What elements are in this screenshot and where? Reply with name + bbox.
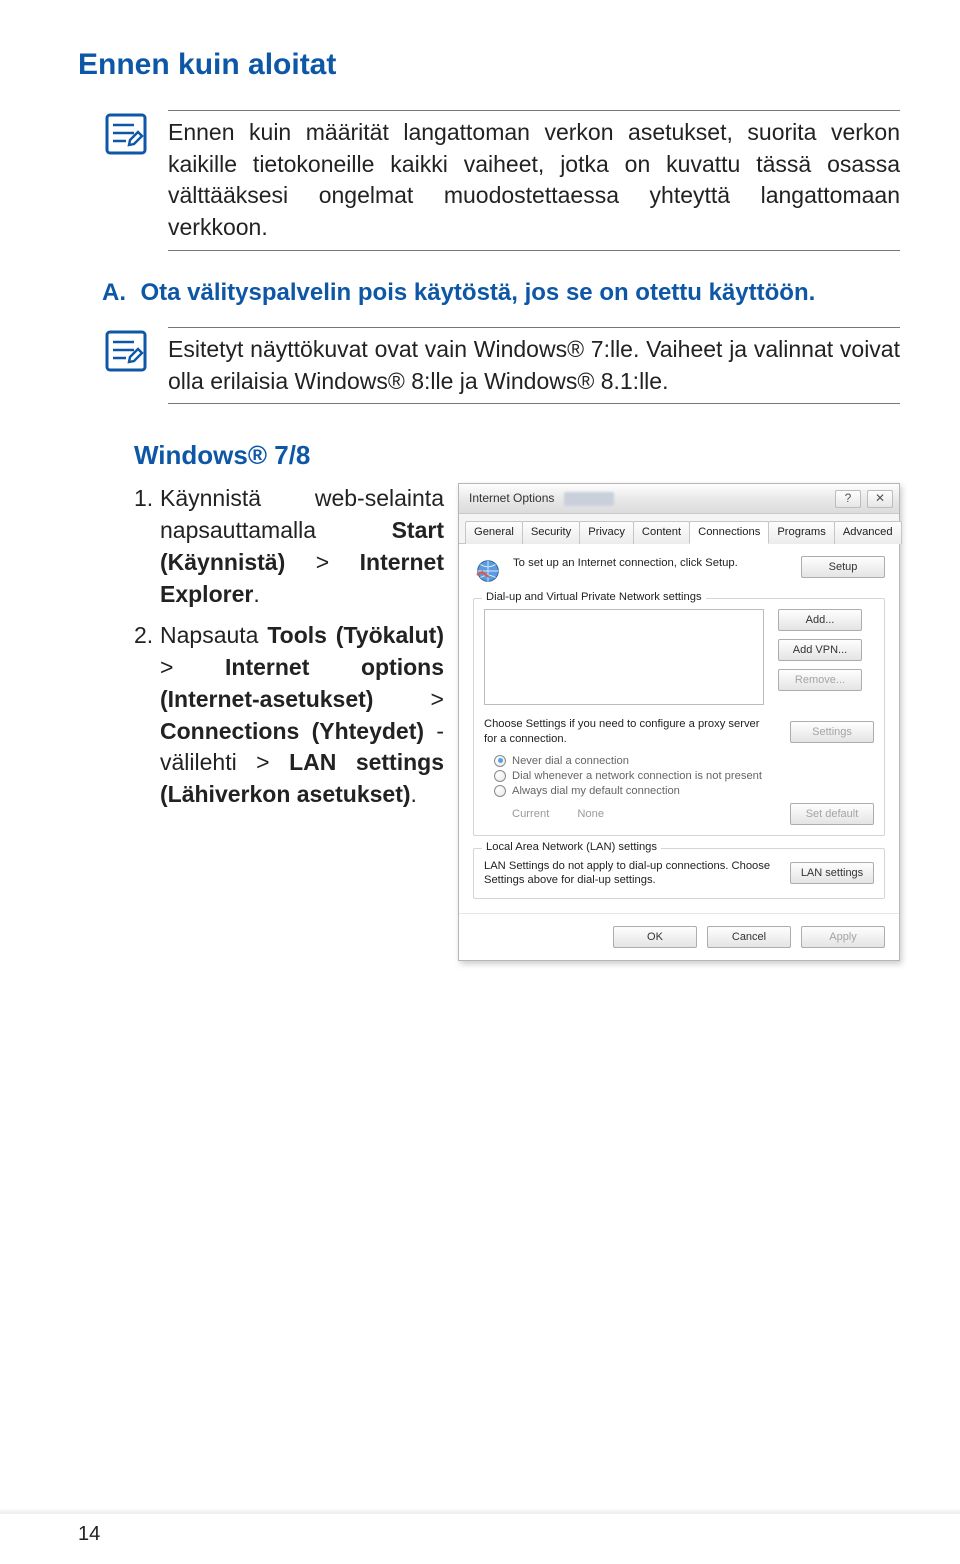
lan-settings-button[interactable]: LAN settings (790, 862, 874, 884)
step-number: 1. (134, 483, 160, 610)
remove-button[interactable]: Remove... (778, 669, 862, 691)
tab-strip: General Security Privacy Content Connect… (459, 514, 899, 544)
section-a-label: A. (102, 279, 126, 306)
radio-icon (494, 755, 506, 767)
note-icon (102, 327, 150, 380)
section-a: A. Ota välityspalvelin pois käytöstä, jo… (102, 279, 900, 307)
tab-privacy[interactable]: Privacy (579, 521, 634, 544)
internet-options-dialog: Internet Options ? ✕ General Security Pr… (458, 483, 900, 960)
tab-content[interactable]: Content (633, 521, 690, 544)
current-value: None (577, 808, 604, 820)
setup-button[interactable]: Setup (801, 556, 885, 578)
group-lan-title: Local Area Network (LAN) settings (482, 841, 661, 853)
help-button[interactable]: ? (835, 490, 861, 508)
titlebar[interactable]: Internet Options ? ✕ (459, 484, 899, 514)
set-default-button[interactable]: Set default (790, 803, 874, 825)
note-text-1: Ennen kuin määrität langattoman verkon a… (168, 117, 900, 244)
subheading-windows: Windows® 7/8 (134, 440, 900, 471)
dialog-title: Internet Options (469, 491, 554, 505)
proxy-text: Choose Settings if you need to configure… (484, 717, 760, 746)
group-dialup: Dial-up and Virtual Private Network sett… (473, 598, 885, 835)
current-label: Current (512, 808, 549, 820)
page-footer-shade (0, 1508, 960, 1514)
tab-programs[interactable]: Programs (768, 521, 835, 544)
note-text-2: Esitetyt näyttökuvat ovat vain Windows® … (168, 334, 900, 397)
setup-text: To set up an Internet connection, click … (513, 556, 791, 570)
connections-listbox[interactable] (484, 609, 764, 705)
radio-always[interactable]: Always dial my default connection (494, 785, 874, 797)
divider (168, 403, 900, 404)
note-block-2: Esitetyt näyttökuvat ovat vain Windows® … (102, 327, 900, 410)
group-dialup-title: Dial-up and Virtual Private Network sett… (482, 591, 706, 603)
divider (168, 327, 900, 328)
cancel-button[interactable]: Cancel (707, 926, 791, 948)
page-number: 14 (78, 1523, 100, 1546)
dialog-footer: OK Cancel Apply (459, 913, 899, 960)
globe-icon (473, 556, 503, 586)
note-icon (102, 110, 150, 163)
steps-list: 1. Käynnistä web-selainta napsauttamalla… (134, 483, 444, 960)
settings-button[interactable]: Settings (790, 721, 874, 743)
page-title: Ennen kuin aloitat (78, 48, 900, 82)
step-item: 1. Käynnistä web-selainta napsauttamalla… (134, 483, 444, 610)
tab-security[interactable]: Security (522, 521, 580, 544)
add-button[interactable]: Add... (778, 609, 862, 631)
close-button[interactable]: ✕ (867, 490, 893, 508)
radio-label: Never dial a connection (512, 755, 629, 767)
divider (168, 250, 900, 251)
radio-never[interactable]: Never dial a connection (494, 755, 874, 767)
group-lan: Local Area Network (LAN) settings LAN Se… (473, 848, 885, 899)
note-block-1: Ennen kuin määrität langattoman verkon a… (102, 110, 900, 257)
tab-advanced[interactable]: Advanced (834, 521, 902, 544)
dial-radios: Never dial a connection Dial whenever a … (484, 755, 874, 797)
section-a-text: Ota välityspalvelin pois käytöstä, jos s… (140, 279, 815, 306)
tab-general[interactable]: General (465, 521, 523, 544)
step-text: Käynnistä web-selainta napsauttamalla St… (160, 483, 444, 610)
ok-button[interactable]: OK (613, 926, 697, 948)
step-text: Napsauta Tools (Työkalut) > Internet opt… (160, 620, 444, 810)
radio-whenever[interactable]: Dial whenever a network connection is no… (494, 770, 874, 782)
tab-connections[interactable]: Connections (689, 521, 769, 544)
step-number: 2. (134, 620, 160, 810)
lan-text: LAN Settings do not apply to dial-up con… (484, 859, 776, 888)
divider (168, 110, 900, 111)
blurred-text (564, 492, 614, 506)
radio-label: Always dial my default connection (512, 785, 680, 797)
step-item: 2. Napsauta Tools (Työkalut) > Internet … (134, 620, 444, 810)
radio-icon (494, 770, 506, 782)
radio-icon (494, 785, 506, 797)
add-vpn-button[interactable]: Add VPN... (778, 639, 862, 661)
apply-button[interactable]: Apply (801, 926, 885, 948)
radio-label: Dial whenever a network connection is no… (512, 770, 762, 782)
